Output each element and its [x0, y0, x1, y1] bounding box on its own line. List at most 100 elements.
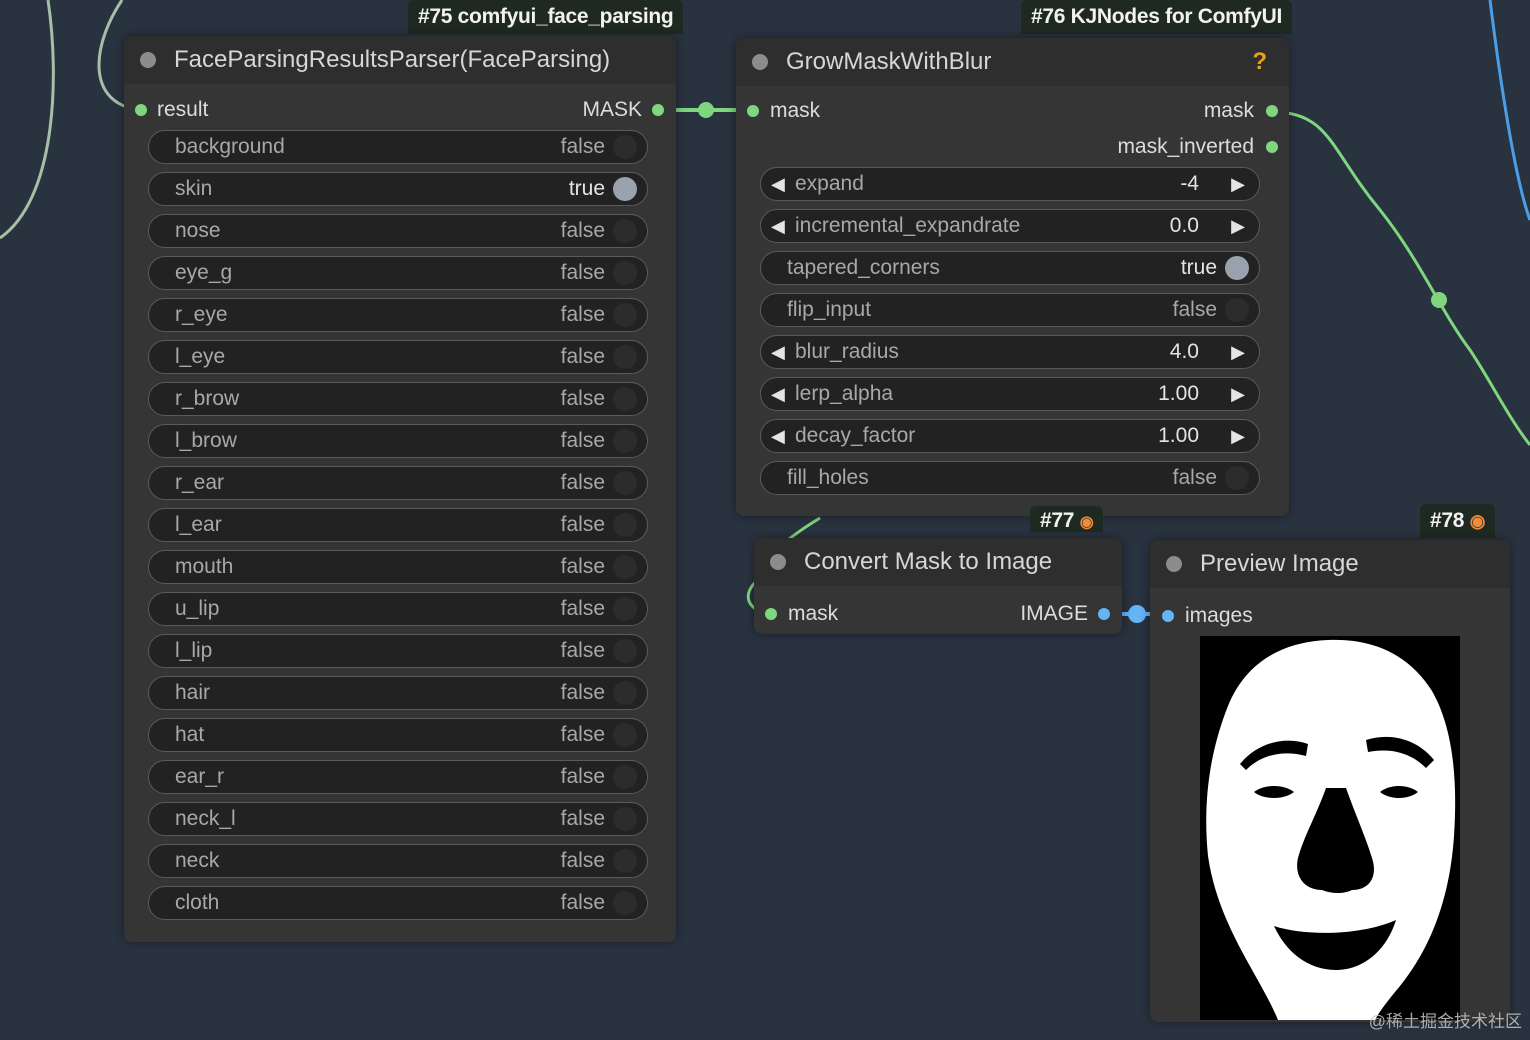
widget-value: false — [560, 681, 605, 704]
help-icon[interactable]: ? — [1252, 38, 1267, 86]
toggle-widget-background[interactable]: background false — [148, 130, 648, 164]
widget-value: true — [1180, 256, 1217, 279]
node-title-bar[interactable]: Convert Mask to Image — [754, 538, 1122, 586]
widget-label: background — [175, 135, 285, 158]
toggle-widget-mouth[interactable]: mouth false — [148, 550, 648, 584]
output-slot-mask: mask — [1203, 99, 1254, 122]
toggle-widget-l-lip[interactable]: l_lip false — [148, 634, 648, 668]
widget-value: 4.0 — [1169, 340, 1199, 363]
toggle-knob-icon[interactable] — [613, 429, 637, 453]
widget-value: false — [560, 261, 605, 284]
input-slot-images: images — [1185, 604, 1253, 627]
toggle-knob-icon[interactable] — [613, 807, 637, 831]
toggle-widget-nose[interactable]: nose false — [148, 214, 648, 248]
toggle-widget-cloth[interactable]: cloth false — [148, 886, 648, 920]
input-slot-result-dot[interactable] — [135, 104, 147, 116]
toggle-widget-skin[interactable]: skin true — [148, 172, 648, 206]
toggle-knob-icon[interactable] — [613, 387, 637, 411]
node-title-bar[interactable]: GrowMaskWithBlur ? — [736, 38, 1289, 86]
collapse-dot-icon[interactable] — [1166, 556, 1182, 572]
node-grow-mask-with-blur[interactable]: GrowMaskWithBlur ? mask mask mask_invert… — [736, 38, 1289, 516]
toggle-knob-icon[interactable] — [613, 135, 637, 159]
widget-value: false — [560, 429, 605, 452]
toggle-widget-r-ear[interactable]: r_ear false — [148, 466, 648, 500]
toggle-knob-icon[interactable] — [613, 177, 637, 201]
toggle-widget-r-brow[interactable]: r_brow false — [148, 382, 648, 416]
widget-label: u_lip — [175, 597, 220, 620]
input-slot-images-dot[interactable] — [1162, 610, 1174, 622]
node-title: Preview Image — [1200, 550, 1359, 577]
widget-label: blur_radius — [795, 340, 899, 363]
number-widget-blur-radius[interactable]: ◀ blur_radius 4.0 ▶ — [760, 335, 1260, 369]
toggle-knob-icon[interactable] — [1225, 256, 1249, 280]
decrement-arrow-icon[interactable]: ◀ — [771, 336, 785, 368]
toggle-knob-icon[interactable] — [613, 261, 637, 285]
toggle-widget-l-eye[interactable]: l_eye false — [148, 340, 648, 374]
output-slot-image-dot[interactable] — [1098, 608, 1110, 620]
output-slot-mask-dot[interactable] — [652, 104, 664, 116]
output-slot-mask-dot[interactable] — [1266, 105, 1278, 117]
toggle-widget-l-ear[interactable]: l_ear false — [148, 508, 648, 542]
increment-arrow-icon[interactable]: ▶ — [1231, 378, 1245, 410]
widget-value: 1.00 — [1158, 424, 1199, 447]
toggle-widget-r-eye[interactable]: r_eye false — [148, 298, 648, 332]
widget-label: mouth — [175, 555, 234, 578]
increment-arrow-icon[interactable]: ▶ — [1231, 336, 1245, 368]
toggle-knob-icon[interactable] — [613, 639, 637, 663]
input-slot-mask-dot[interactable] — [747, 105, 759, 117]
decrement-arrow-icon[interactable]: ◀ — [771, 378, 785, 410]
toggle-knob-icon[interactable] — [613, 723, 637, 747]
node-title-bar[interactable]: Preview Image — [1150, 540, 1510, 588]
toggle-widget-neck-l[interactable]: neck_l false — [148, 802, 648, 836]
toggle-knob-icon[interactable] — [613, 849, 637, 873]
toggle-knob-icon[interactable] — [613, 555, 637, 579]
decrement-arrow-icon[interactable]: ◀ — [771, 210, 785, 242]
increment-arrow-icon[interactable]: ▶ — [1231, 420, 1245, 452]
node-title: GrowMaskWithBlur — [786, 48, 992, 75]
toggle-knob-icon[interactable] — [613, 219, 637, 243]
toggle-knob-icon[interactable] — [1225, 466, 1249, 490]
toggle-knob-icon[interactable] — [613, 597, 637, 621]
toggle-knob-icon[interactable] — [613, 345, 637, 369]
node-badge-77: #77 ◉ — [1030, 506, 1104, 532]
number-widget-incremental-expandrate[interactable]: ◀ incremental_expandrate 0.0 ▶ — [760, 209, 1260, 243]
decrement-arrow-icon[interactable]: ◀ — [771, 168, 785, 200]
collapse-dot-icon[interactable] — [752, 54, 768, 70]
number-widget-lerp-alpha[interactable]: ◀ lerp_alpha 1.00 ▶ — [760, 377, 1260, 411]
toggle-widget-u-lip[interactable]: u_lip false — [148, 592, 648, 626]
toggle-widget-l-brow[interactable]: l_brow false — [148, 424, 648, 458]
widget-label: incremental_expandrate — [795, 214, 1021, 237]
decrement-arrow-icon[interactable]: ◀ — [771, 420, 785, 452]
toggle-widget-neck[interactable]: neck false — [148, 844, 648, 878]
input-slot-mask-dot[interactable] — [765, 608, 777, 620]
toggle-knob-icon[interactable] — [613, 303, 637, 327]
widget-value: false — [560, 219, 605, 242]
toggle-knob-icon[interactable] — [613, 891, 637, 915]
toggle-knob-icon[interactable] — [613, 765, 637, 789]
toggle-knob-icon[interactable] — [613, 513, 637, 537]
number-widget-expand[interactable]: ◀ expand -4 ▶ — [760, 167, 1260, 201]
toggle-widget-hair[interactable]: hair false — [148, 676, 648, 710]
toggle-knob-icon[interactable] — [613, 471, 637, 495]
output-slot-mask-inverted-dot[interactable] — [1266, 141, 1278, 153]
toggle-widget-hat[interactable]: hat false — [148, 718, 648, 752]
collapse-dot-icon[interactable] — [770, 554, 786, 570]
toggle-widget-eye-g[interactable]: eye_g false — [148, 256, 648, 290]
toggle-widget-fill-holes[interactable]: fill_holes false — [760, 461, 1260, 495]
increment-arrow-icon[interactable]: ▶ — [1231, 210, 1245, 242]
node-convert-mask-to-image[interactable]: Convert Mask to Image mask IMAGE — [754, 538, 1122, 634]
output-slot-mask: MASK — [582, 98, 642, 121]
node-badge-77-label: #77 — [1040, 509, 1075, 532]
toggle-widget-flip-input[interactable]: flip_input false — [760, 293, 1260, 327]
fox-icon: ◉ — [1469, 511, 1486, 531]
preview-mask-image[interactable] — [1200, 636, 1460, 1020]
toggle-widget-ear-r[interactable]: ear_r false — [148, 760, 648, 794]
collapse-dot-icon[interactable] — [140, 52, 156, 68]
toggle-knob-icon[interactable] — [613, 681, 637, 705]
toggle-widget-tapered-corners[interactable]: tapered_corners true — [760, 251, 1260, 285]
number-widget-decay-factor[interactable]: ◀ decay_factor 1.00 ▶ — [760, 419, 1260, 453]
node-title-bar[interactable]: FaceParsingResultsParser(FaceParsing) — [124, 36, 676, 84]
toggle-knob-icon[interactable] — [1225, 298, 1249, 322]
node-face-parsing-results-parser[interactable]: FaceParsingResultsParser(FaceParsing) re… — [124, 36, 676, 942]
increment-arrow-icon[interactable]: ▶ — [1231, 168, 1245, 200]
